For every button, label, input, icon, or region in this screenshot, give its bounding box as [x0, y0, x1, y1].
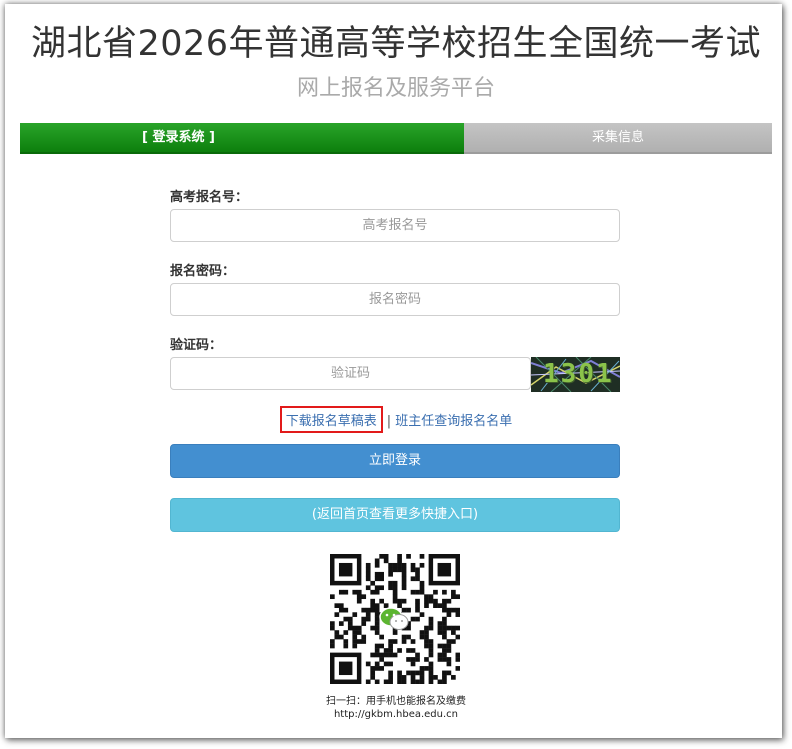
step-collect-info: 采集信息: [464, 123, 772, 154]
link-row: 下载报名草稿表 | 班主任查询报名名单: [0, 406, 792, 433]
captcha-input[interactable]: [170, 357, 531, 390]
download-draft-link[interactable]: 下载报名草稿表: [279, 406, 383, 433]
qr-url: http://gkbm.hbea.edu.cn: [333, 709, 459, 720]
step-login-system: [ 登录系统 ]: [20, 123, 464, 154]
captcha-image[interactable]: 1301: [531, 357, 620, 392]
page-title: 湖北省2026年普通高等学校招生全国统一考试: [30, 24, 762, 64]
password-label: 报名密码：: [170, 264, 236, 279]
exam-no-input[interactable]: [170, 209, 620, 242]
captcha-text: 1301: [543, 359, 614, 389]
teacher-query-link[interactable]: 班主任查询报名名单: [395, 414, 512, 429]
exam-no-label: 高考报名号：: [170, 190, 249, 205]
qr-code: [330, 554, 461, 685]
page-subtitle: 网上报名及服务平台: [296, 76, 495, 101]
link-separator: |: [386, 414, 392, 429]
login-button[interactable]: 立即登录: [170, 444, 620, 478]
wechat-icon: [379, 606, 409, 632]
captcha-label: 验证码：: [170, 338, 223, 353]
home-button[interactable]: (返回首页查看更多快捷入口): [170, 498, 620, 532]
qr-caption: 扫一扫：用手机也能报名及缴费: [326, 696, 466, 707]
step-bar: [ 登录系统 ] 采集信息: [20, 123, 772, 154]
password-input[interactable]: [170, 283, 620, 316]
